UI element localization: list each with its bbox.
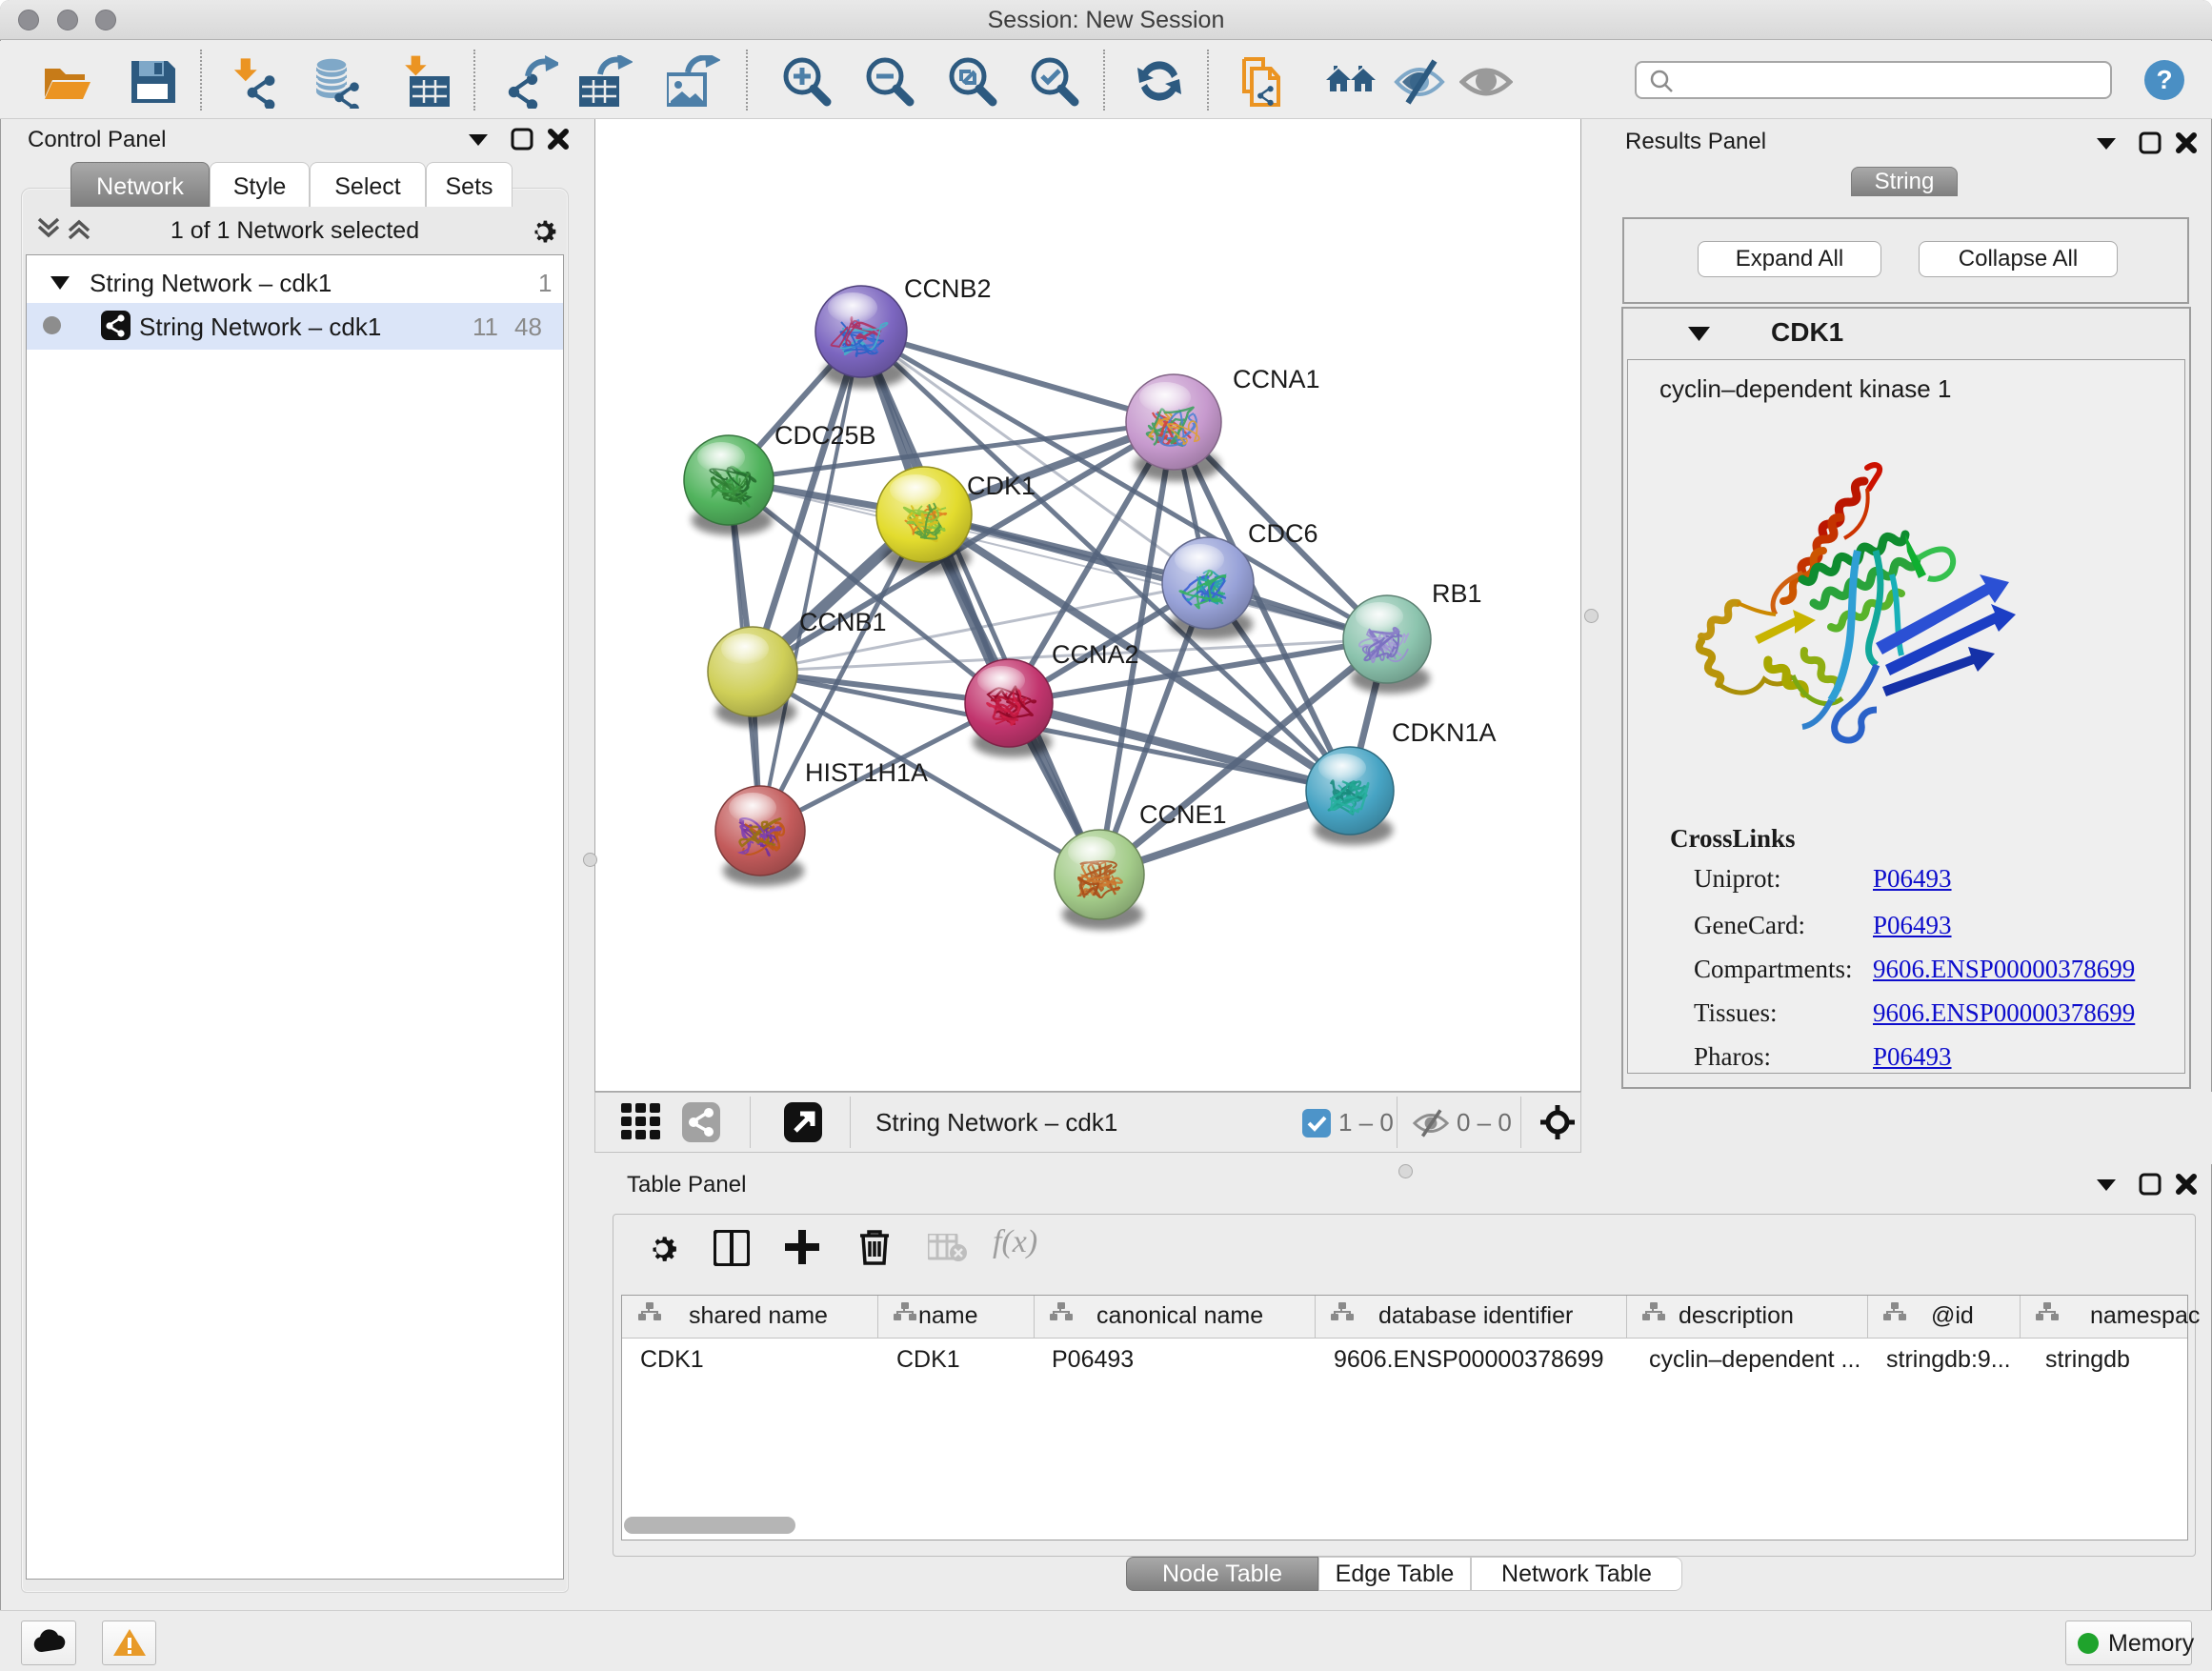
svg-text:CCNA1: CCNA1 [1233, 365, 1320, 393]
svg-text:CCNE1: CCNE1 [1139, 800, 1227, 829]
svg-text:CDC25B: CDC25B [774, 421, 876, 450]
svg-text:CDC6: CDC6 [1248, 519, 1318, 548]
svg-text:RB1: RB1 [1432, 579, 1482, 608]
svg-text:?: ? [2156, 65, 2172, 94]
svg-text:HIST1H1A: HIST1H1A [805, 758, 928, 787]
svg-text:CDK1: CDK1 [967, 472, 1036, 500]
svg-text:CCNB1: CCNB1 [799, 608, 887, 636]
svg-text:CCNB2: CCNB2 [904, 274, 992, 303]
svg-text:CDKN1A: CDKN1A [1392, 718, 1497, 747]
svg-text:CCNA2: CCNA2 [1052, 640, 1139, 669]
